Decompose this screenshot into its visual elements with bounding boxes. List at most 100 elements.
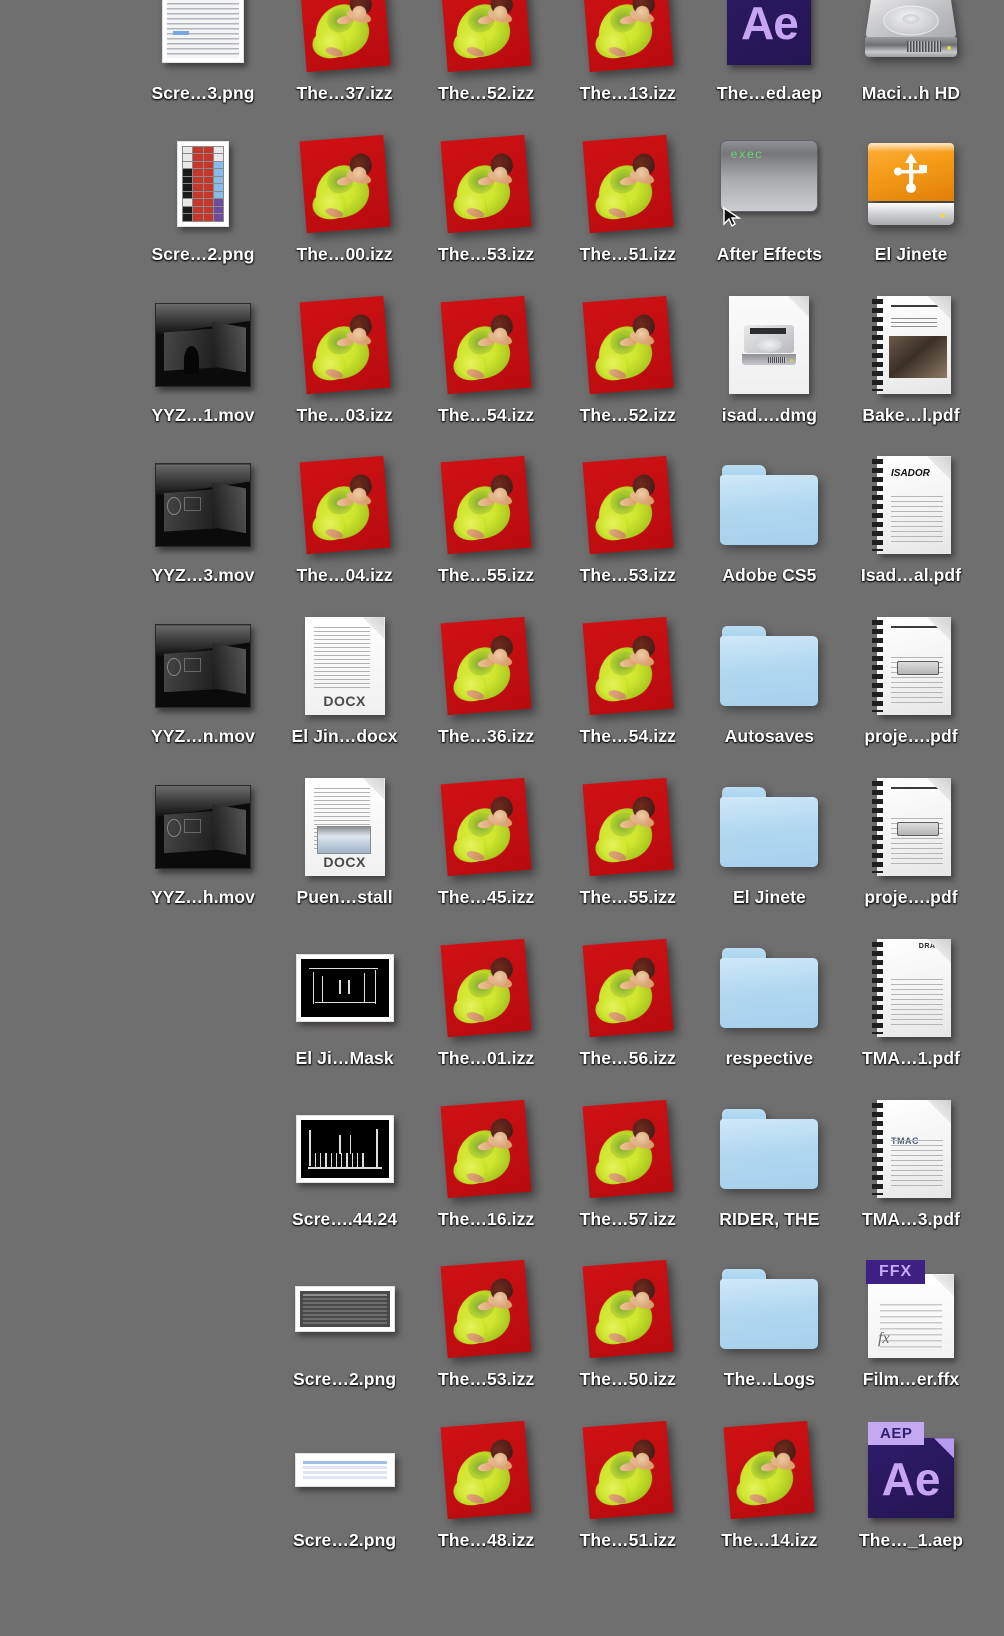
desktop-icon-item[interactable]: isad….dmg xyxy=(698,286,840,426)
icon-graphic[interactable] xyxy=(415,446,557,564)
icon-graphic[interactable] xyxy=(274,1250,416,1368)
desktop-icon-item[interactable]: The…52.izz xyxy=(415,0,557,104)
icon-graphic[interactable] xyxy=(274,1411,416,1529)
desktop-icon-item[interactable]: The…54.izz xyxy=(415,286,557,426)
desktop-icon-item[interactable]: The…14.izz xyxy=(698,1411,840,1551)
icon-graphic[interactable] xyxy=(698,929,840,1047)
desktop-icon-item[interactable]: The…53.izz xyxy=(415,125,557,265)
desktop-icon-item[interactable]: Scre…2.png xyxy=(274,1250,416,1390)
icon-graphic[interactable] xyxy=(132,0,274,82)
icon-graphic[interactable] xyxy=(415,1411,557,1529)
desktop-icon-item[interactable]: The…16.izz xyxy=(415,1090,557,1230)
icon-graphic[interactable] xyxy=(132,125,274,243)
desktop-icon-item[interactable]: RIDER, THE xyxy=(698,1090,840,1230)
icon-graphic[interactable] xyxy=(132,446,274,564)
icon-graphic[interactable] xyxy=(415,768,557,886)
desktop-icon-item[interactable]: TMAC TMA…3.pdf xyxy=(840,1090,982,1230)
desktop-icon-item[interactable]: Maci…h HD xyxy=(840,0,982,104)
desktop-icon-item[interactable]: The…45.izz xyxy=(415,768,557,908)
desktop-icon-item[interactable]: The…36.izz xyxy=(415,607,557,747)
icon-graphic[interactable] xyxy=(698,1090,840,1208)
icon-graphic[interactable] xyxy=(557,1411,699,1529)
desktop-icon-item[interactable]: The…37.izz xyxy=(274,0,416,104)
icon-graphic[interactable] xyxy=(557,768,699,886)
desktop-icon-item[interactable]: Scre…2.png xyxy=(274,1411,416,1551)
desktop-icon-item[interactable]: The…01.izz xyxy=(415,929,557,1069)
desktop-icon-item[interactable]: respective xyxy=(698,929,840,1069)
desktop-icon-item[interactable]: YYZ…3.mov xyxy=(132,446,274,586)
desktop-icon-item[interactable]: The…04.izz xyxy=(274,446,416,586)
icon-graphic[interactable] xyxy=(840,0,982,82)
icon-graphic[interactable]: AEP Ae xyxy=(698,0,840,82)
icon-graphic[interactable]: DOCX xyxy=(274,607,416,725)
icon-graphic[interactable] xyxy=(557,286,699,404)
icon-graphic[interactable] xyxy=(840,125,982,243)
desktop-icon-item[interactable]: El Ji…Mask xyxy=(274,929,416,1069)
desktop-icon-item[interactable]: exec After Effects xyxy=(698,125,840,265)
icon-graphic[interactable] xyxy=(415,125,557,243)
desktop-icon-item[interactable]: AEP Ae The…_1.aep xyxy=(840,1411,982,1551)
desktop-icon-item[interactable]: Scre….44.24 xyxy=(274,1090,416,1230)
desktop-icon-item[interactable]: The…51.izz xyxy=(557,125,699,265)
icon-graphic[interactable]: AEP Ae xyxy=(840,1411,982,1529)
desktop-icon-item[interactable]: The…53.izz xyxy=(557,446,699,586)
desktop-icon-item[interactable]: AEP Ae The…ed.aep xyxy=(698,0,840,104)
desktop-icon-item[interactable]: The…52.izz xyxy=(557,286,699,426)
icon-graphic[interactable] xyxy=(557,125,699,243)
icon-graphic[interactable] xyxy=(274,0,416,82)
icon-graphic[interactable] xyxy=(274,125,416,243)
icon-graphic[interactable] xyxy=(698,1411,840,1529)
icon-graphic[interactable] xyxy=(132,768,274,886)
icon-graphic[interactable] xyxy=(698,1250,840,1368)
desktop-icon-item[interactable]: ISADOR Isad…al.pdf xyxy=(840,446,982,586)
icon-graphic[interactable] xyxy=(132,607,274,725)
desktop-icon-item[interactable]: proje….pdf xyxy=(840,607,982,747)
icon-graphic[interactable] xyxy=(698,286,840,404)
desktop-icon-item[interactable]: proje….pdf xyxy=(840,768,982,908)
desktop-icon-item[interactable]: El Jinete xyxy=(698,768,840,908)
icon-graphic[interactable] xyxy=(840,607,982,725)
icon-graphic[interactable] xyxy=(274,286,416,404)
desktop-icon-item[interactable]: The…13.izz xyxy=(557,0,699,104)
icon-graphic[interactable] xyxy=(557,446,699,564)
icon-graphic[interactable] xyxy=(698,446,840,564)
desktop-icon-item[interactable]: Autosaves xyxy=(698,607,840,747)
icon-graphic[interactable]: DOCX xyxy=(274,768,416,886)
icon-graphic[interactable] xyxy=(132,286,274,404)
desktop-icon-item[interactable]: Bake…l.pdf xyxy=(840,286,982,426)
icon-graphic[interactable] xyxy=(415,1250,557,1368)
icon-graphic[interactable] xyxy=(557,929,699,1047)
desktop-icon-item[interactable]: El Jinete xyxy=(840,125,982,265)
desktop-icon-item[interactable]: The…54.izz xyxy=(557,607,699,747)
icon-graphic[interactable] xyxy=(698,768,840,886)
desktop-icon-item[interactable]: Adobe CS5 xyxy=(698,446,840,586)
icon-graphic[interactable] xyxy=(840,286,982,404)
icon-graphic[interactable] xyxy=(557,607,699,725)
desktop-icon-item[interactable]: DRAFT TMA…1.pdf xyxy=(840,929,982,1069)
desktop-canvas[interactable]: Scre…3.png The…37.izz The…52.izz The…13.… xyxy=(0,0,1004,1636)
desktop-icon-item[interactable]: The…53.izz xyxy=(415,1250,557,1390)
icon-graphic[interactable]: DRAFT xyxy=(840,929,982,1047)
desktop-icon-item[interactable]: YYZ…h.mov xyxy=(132,768,274,908)
desktop-icon-item[interactable]: Scre…2.png xyxy=(132,125,274,265)
desktop-icon-item[interactable]: The…55.izz xyxy=(415,446,557,586)
icon-graphic[interactable] xyxy=(840,768,982,886)
desktop-icon-item[interactable]: The…03.izz xyxy=(274,286,416,426)
desktop-icon-item[interactable]: The…55.izz xyxy=(557,768,699,908)
desktop-icon-item[interactable]: Scre…3.png xyxy=(132,0,274,104)
desktop-icon-item[interactable]: DOCX Puen…stall xyxy=(274,768,416,908)
icon-graphic[interactable] xyxy=(415,1090,557,1208)
desktop-icon-item[interactable]: DOCX El Jin…docx xyxy=(274,607,416,747)
icon-graphic[interactable] xyxy=(557,1250,699,1368)
desktop-icon-item[interactable]: The…57.izz xyxy=(557,1090,699,1230)
icon-graphic[interactable] xyxy=(415,0,557,82)
icon-graphic[interactable] xyxy=(557,1090,699,1208)
icon-graphic[interactable] xyxy=(274,1090,416,1208)
icon-graphic[interactable]: ISADOR xyxy=(840,446,982,564)
desktop-icon-item[interactable]: YYZ…1.mov xyxy=(132,286,274,426)
icon-graphic[interactable] xyxy=(274,446,416,564)
desktop-icon-item[interactable]: The…56.izz xyxy=(557,929,699,1069)
desktop-icon-item[interactable]: The…Logs xyxy=(698,1250,840,1390)
icon-graphic[interactable] xyxy=(415,286,557,404)
desktop-icon-item[interactable]: The…48.izz xyxy=(415,1411,557,1551)
